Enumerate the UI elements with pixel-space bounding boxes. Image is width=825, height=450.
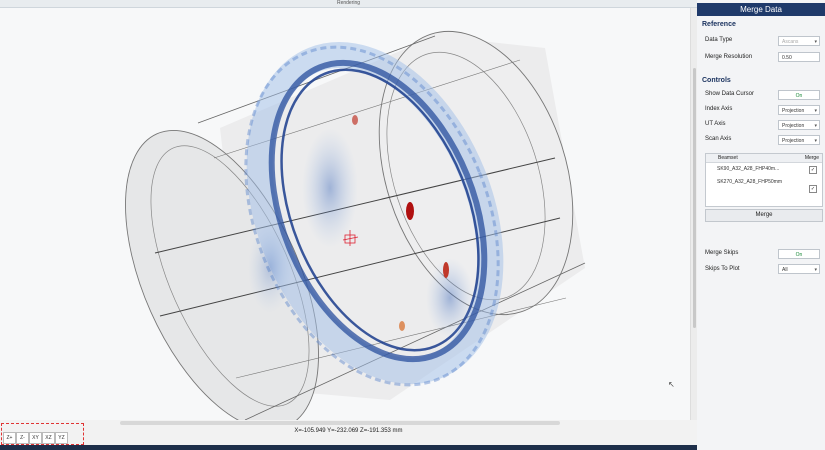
chevron-down-icon: ▾ xyxy=(814,39,817,45)
merge-checkbox[interactable]: ✓ xyxy=(809,166,817,174)
coordinate-readout: X=-105.949 Y=-232.069 Z=-191.353 mm xyxy=(294,428,403,434)
view-yz-button[interactable]: YZ xyxy=(55,432,68,444)
merge-resolution-input[interactable]: 0.50 xyxy=(778,52,820,62)
reference-section-title: Reference xyxy=(702,21,736,28)
data-type-label: Data Type xyxy=(705,37,733,43)
pipe-render xyxy=(125,30,586,420)
merge-checkbox[interactable]: ✓ xyxy=(809,185,817,193)
scan-axis-label: Scan Axis xyxy=(705,136,732,142)
render-viewport[interactable]: ↖ xyxy=(0,8,690,420)
table-row[interactable]: SK90_A32_A28_FHP40m... xyxy=(717,166,801,172)
skips-to-plot-select[interactable]: All ▾ xyxy=(778,264,820,274)
controls-section-title: Controls xyxy=(702,77,731,84)
indication-peak xyxy=(406,202,414,220)
data-type-select[interactable]: Ascans ▾ xyxy=(778,36,820,46)
merge-data-panel xyxy=(697,0,825,450)
index-axis-label: Index Axis xyxy=(705,106,733,112)
table-row[interactable]: SK270_A32_A28_FHP50mm xyxy=(717,179,801,185)
chevron-down-icon: ▾ xyxy=(814,123,817,129)
merge-skips-label: Merge Skips xyxy=(705,250,739,256)
beamset-column-header: Beamset xyxy=(718,155,738,161)
ut-axis-select[interactable]: Projection ▾ xyxy=(778,120,820,130)
beamset-table-header: Beamset Merge xyxy=(706,154,822,163)
view-zplus-button[interactable]: Z+ xyxy=(3,432,16,444)
view-xz-button[interactable]: XZ xyxy=(42,432,55,444)
ut-axis-label: UT Axis xyxy=(705,121,726,127)
merge-skips-toggle[interactable]: On xyxy=(778,249,820,259)
chevron-down-icon: ▾ xyxy=(814,267,817,273)
view-xy-button[interactable]: XY xyxy=(29,432,42,444)
chevron-down-icon: ▾ xyxy=(814,138,817,144)
chevron-down-icon: ▾ xyxy=(814,108,817,114)
viewport-horizontal-scrollbar[interactable] xyxy=(120,421,560,425)
title-bar: Rendering xyxy=(0,0,697,8)
index-axis-select[interactable]: Projection ▾ xyxy=(778,105,820,115)
show-cursor-label: Show Data Cursor xyxy=(705,91,755,97)
merge-column-header: Merge xyxy=(804,155,819,161)
panel-title: Merge Data xyxy=(697,3,825,16)
merge-resolution-label: Merge Resolution xyxy=(705,54,753,60)
skips-to-plot-label: Skips To Plot xyxy=(705,266,740,272)
show-cursor-toggle[interactable]: On xyxy=(778,90,820,100)
mouse-cursor-icon: ↖ xyxy=(668,380,675,389)
scan-axis-select[interactable]: Projection ▾ xyxy=(778,135,820,145)
window-title: Rendering xyxy=(336,0,361,6)
view-zminus-button[interactable]: Z- xyxy=(16,432,29,444)
merge-button[interactable]: Merge xyxy=(705,209,823,222)
beamset-table: Beamset Merge SK90_A32_A28_FHP40m... ✓ S… xyxy=(705,153,823,207)
